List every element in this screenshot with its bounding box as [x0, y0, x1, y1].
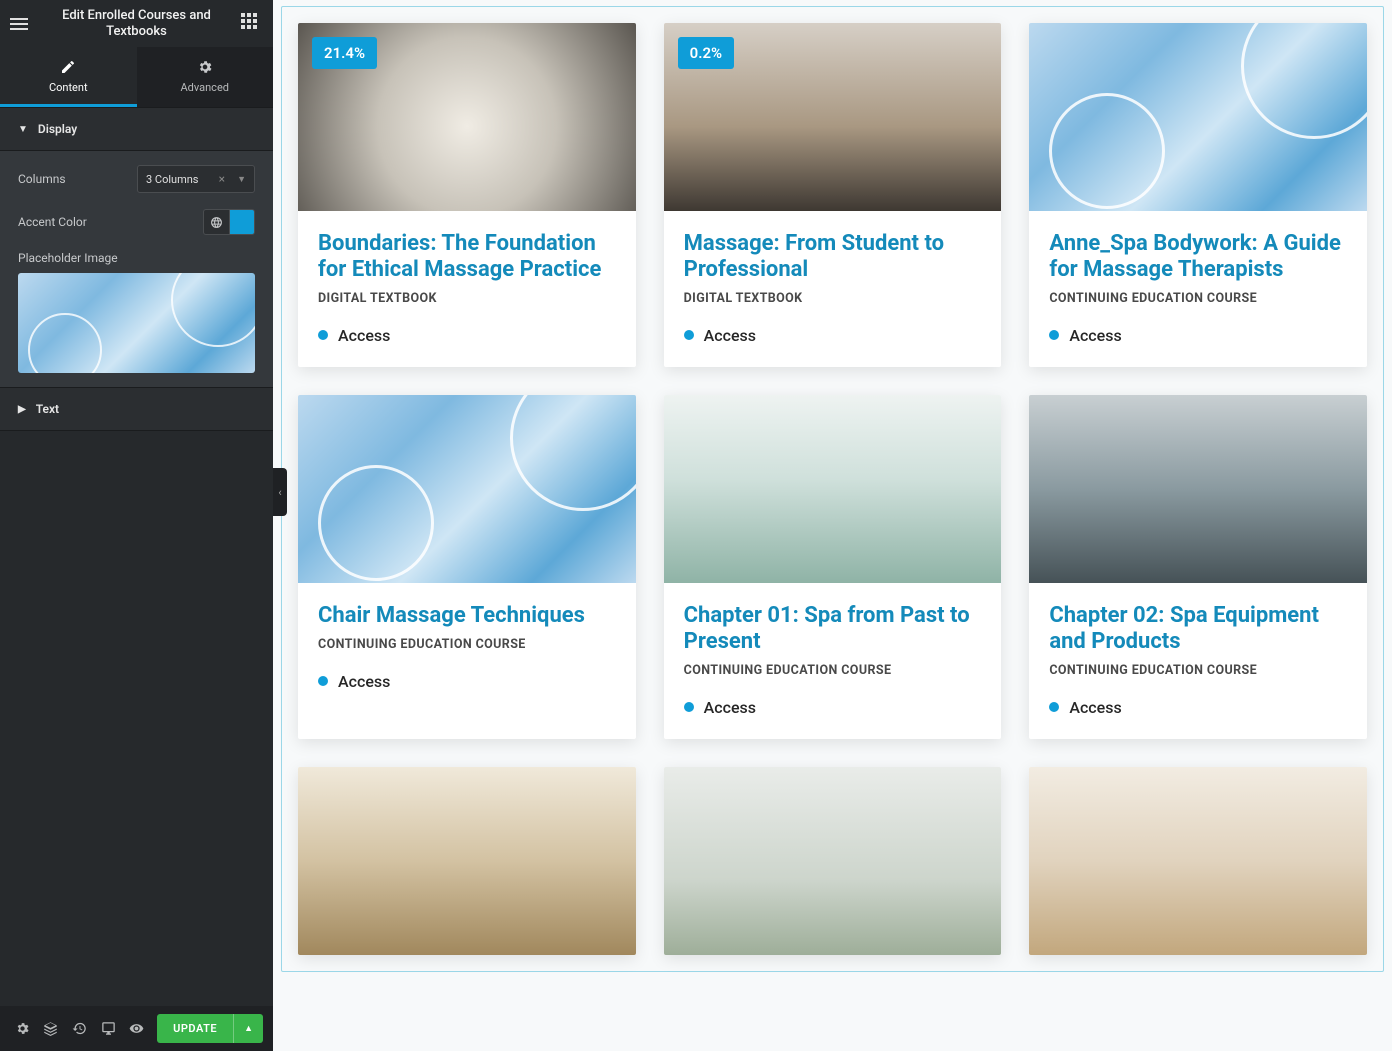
sidebar-tabs: Content Advanced: [0, 47, 273, 107]
card-title[interactable]: Anne_Spa Bodywork: A Guide for Massage T…: [1049, 231, 1347, 283]
history-icon[interactable]: [67, 1015, 92, 1043]
course-card: Anne_Spa Bodywork: A Guide for Massage T…: [1029, 23, 1367, 367]
section-display-label: Display: [38, 122, 77, 136]
course-card: Chapter 01: Spa from Past to Present CONT…: [664, 395, 1002, 739]
accent-row: Accent Color: [18, 209, 255, 235]
course-card: Chair Massage Techniques CONTINUING EDUCA…: [298, 395, 636, 739]
course-card: [664, 767, 1002, 955]
card-status: Access: [684, 698, 982, 717]
progress-badge: 0.2%: [678, 37, 734, 69]
card-subtitle: CONTINUING EDUCATION COURSE: [684, 663, 982, 678]
card-title[interactable]: Boundaries: The Foundation for Ethical M…: [318, 231, 616, 283]
card-subtitle: DIGITAL TEXTBOOK: [318, 291, 616, 306]
card-thumbnail[interactable]: 0.2%: [664, 23, 1002, 211]
panel-collapse-handle[interactable]: ‹: [273, 468, 287, 516]
accent-label: Accent Color: [18, 215, 87, 229]
tab-content[interactable]: Content: [0, 47, 137, 107]
sidebar-body: ▼ Display Columns 3 Columns × ▼ Accent C…: [0, 107, 273, 1006]
section-text-toggle[interactable]: ▶ Text: [0, 387, 273, 431]
globe-icon[interactable]: [203, 209, 229, 235]
card-thumbnail[interactable]: [664, 395, 1002, 583]
card-status: Access: [1049, 698, 1347, 717]
card-body: Boundaries: The Foundation for Ethical M…: [298, 211, 636, 367]
card-title[interactable]: Chapter 02: Spa Equipment and Products: [1049, 603, 1347, 655]
card-body: Anne_Spa Bodywork: A Guide for Massage T…: [1029, 211, 1367, 367]
card-status: Access: [318, 326, 616, 345]
chevron-down-icon: ▼: [237, 174, 246, 185]
tab-advanced[interactable]: Advanced: [137, 47, 274, 107]
gear-icon: [197, 59, 213, 75]
update-button[interactable]: UPDATE: [157, 1014, 233, 1043]
card-status: Access: [1049, 326, 1347, 345]
card-title[interactable]: Massage: From Student to Professional: [684, 231, 982, 283]
card-title[interactable]: Chair Massage Techniques: [318, 603, 616, 629]
columns-label: Columns: [18, 172, 66, 186]
sidebar-panel: Edit Enrolled Courses and Textbooks Cont…: [0, 0, 273, 1051]
card-thumbnail[interactable]: [664, 767, 1002, 955]
course-card: Chapter 02: Spa Equipment and Products CO…: [1029, 395, 1367, 739]
card-body: Massage: From Student to Professional DIG…: [664, 211, 1002, 367]
card-thumbnail[interactable]: [298, 767, 636, 955]
card-thumbnail[interactable]: [298, 395, 636, 583]
pencil-icon: [60, 59, 76, 75]
section-text-label: Text: [36, 402, 59, 416]
main-canvas: 21.4% Boundaries: The Foundation for Ethi…: [273, 0, 1392, 1051]
hamburger-menu-icon[interactable]: [10, 13, 32, 35]
card-status: Access: [684, 326, 982, 345]
placeholder-label: Placeholder Image: [18, 251, 255, 265]
course-card: 0.2% Massage: From Student to Professiona…: [664, 23, 1002, 367]
sidebar-footer: UPDATE ▲: [0, 1006, 273, 1051]
widget-selection-outline[interactable]: 21.4% Boundaries: The Foundation for Ethi…: [281, 6, 1384, 972]
card-thumbnail[interactable]: [1029, 767, 1367, 955]
chevron-right-icon: ▶: [18, 404, 26, 415]
course-card: 21.4% Boundaries: The Foundation for Ethi…: [298, 23, 636, 367]
tab-advanced-label: Advanced: [181, 81, 229, 94]
responsive-icon[interactable]: [96, 1015, 121, 1043]
card-subtitle: CONTINUING EDUCATION COURSE: [1049, 663, 1347, 678]
settings-icon[interactable]: [10, 1015, 35, 1043]
card-thumbnail[interactable]: [1029, 395, 1367, 583]
card-body: Chapter 02: Spa Equipment and Products CO…: [1029, 583, 1367, 739]
section-display-toggle[interactable]: ▼ Display: [0, 107, 273, 151]
sidebar-title: Edit Enrolled Courses and Textbooks: [32, 8, 241, 39]
color-swatch[interactable]: [229, 209, 255, 235]
card-subtitle: CONTINUING EDUCATION COURSE: [1049, 291, 1347, 306]
course-card: [298, 767, 636, 955]
clear-icon[interactable]: ×: [219, 172, 225, 186]
widgets-grid-icon[interactable]: [241, 13, 263, 35]
sidebar-header: Edit Enrolled Courses and Textbooks: [0, 0, 273, 47]
chevron-down-icon: ▼: [18, 124, 28, 135]
tab-content-label: Content: [49, 81, 88, 94]
card-subtitle: DIGITAL TEXTBOOK: [684, 291, 982, 306]
preview-eye-icon[interactable]: [125, 1015, 150, 1043]
courses-grid: 21.4% Boundaries: The Foundation for Ethi…: [282, 7, 1383, 971]
progress-badge: 21.4%: [312, 37, 377, 69]
placeholder-row: Placeholder Image: [18, 251, 255, 373]
course-card: [1029, 767, 1367, 955]
accent-color-control: [203, 209, 255, 235]
card-subtitle: CONTINUING EDUCATION COURSE: [318, 637, 616, 652]
card-thumbnail[interactable]: 21.4%: [298, 23, 636, 211]
card-body: Chapter 01: Spa from Past to Present CONT…: [664, 583, 1002, 739]
card-thumbnail[interactable]: [1029, 23, 1367, 211]
section-display-body: Columns 3 Columns × ▼ Accent Color Place…: [0, 151, 273, 387]
columns-value: 3 Columns: [146, 173, 198, 186]
card-title[interactable]: Chapter 01: Spa from Past to Present: [684, 603, 982, 655]
columns-select[interactable]: 3 Columns × ▼: [137, 165, 255, 193]
navigator-icon[interactable]: [39, 1015, 64, 1043]
columns-row: Columns 3 Columns × ▼: [18, 165, 255, 193]
card-body: Chair Massage Techniques CONTINUING EDUCA…: [298, 583, 636, 713]
update-button-group: UPDATE ▲: [157, 1014, 263, 1043]
card-status: Access: [318, 672, 616, 691]
placeholder-image[interactable]: [18, 273, 255, 373]
update-options-caret[interactable]: ▲: [233, 1014, 263, 1043]
